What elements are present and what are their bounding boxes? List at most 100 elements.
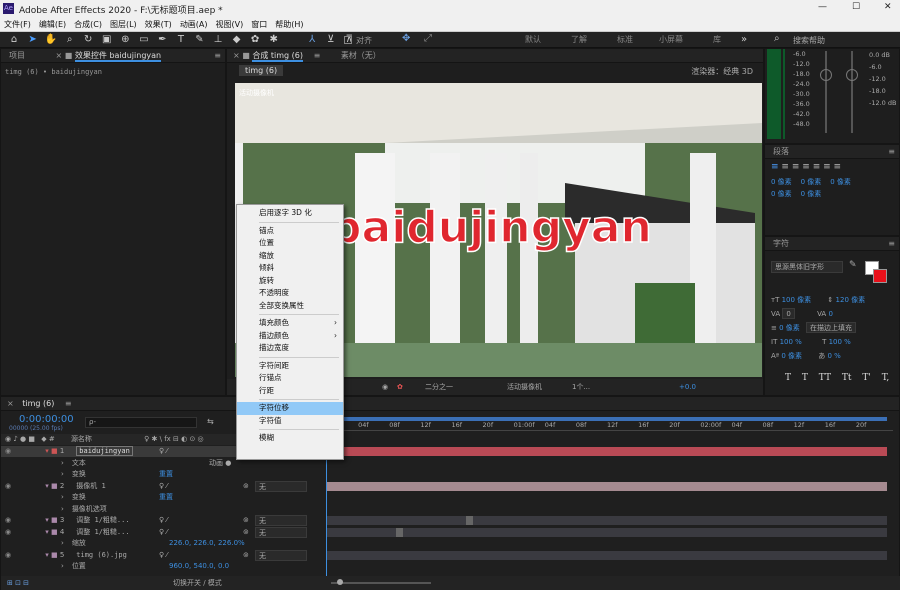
context-menu-item[interactable]: 描边宽度 bbox=[237, 342, 343, 355]
context-menu-item[interactable]: 启用逐字 3D 化 bbox=[237, 207, 343, 220]
space-before[interactable]: 0 像素 bbox=[771, 190, 792, 198]
search-icon[interactable]: ⌕ bbox=[774, 33, 780, 44]
property-track[interactable] bbox=[327, 459, 887, 468]
subscript-button[interactable]: T, bbox=[882, 373, 890, 383]
layer-property-row[interactable]: › 缩放 226.0, 226.0, 226.0% bbox=[1, 538, 325, 549]
label-color-icon[interactable]: ▾ ■ bbox=[43, 447, 60, 455]
parent-select[interactable]: 无 bbox=[255, 515, 307, 526]
axis-icon[interactable]: ⅄ bbox=[304, 32, 320, 48]
panel-menu-icon[interactable]: ≡ bbox=[314, 51, 321, 60]
layer-row[interactable]: ◉ ▾ ■ 3 调整 1/粗糙... ♀ ⁄ 无 ⊚ bbox=[1, 515, 325, 526]
twirl-icon[interactable]: › bbox=[61, 459, 64, 467]
close-icon[interactable]: × bbox=[233, 51, 240, 60]
composition-subtab[interactable]: timg (6) bbox=[239, 65, 284, 76]
visibility-eye-icon[interactable]: ◉ bbox=[5, 515, 13, 526]
menu-file[interactable]: 文件(F) bbox=[0, 17, 35, 32]
label-color-icon[interactable]: ▾ ■ bbox=[43, 482, 60, 490]
tab-effect-controls[interactable]: 效果控件 baidujingyan bbox=[74, 51, 162, 62]
visibility-eye-icon[interactable]: ◉ bbox=[5, 527, 13, 538]
menu-edit[interactable]: 编辑(E) bbox=[35, 17, 70, 32]
color-icon[interactable]: ✿ bbox=[397, 379, 403, 395]
snap-icon[interactable]: ✥ bbox=[402, 33, 410, 44]
workspace-library[interactable]: 库 bbox=[694, 32, 740, 48]
menu-view[interactable]: 视图(V) bbox=[212, 17, 248, 32]
leading-value[interactable]: 120 像素 bbox=[836, 296, 866, 304]
kerning-select[interactable]: 0 bbox=[782, 308, 795, 319]
tab-project[interactable]: 项目 bbox=[9, 51, 25, 60]
eyedropper-icon[interactable]: ✎ bbox=[849, 260, 857, 270]
minimize-button[interactable]: — bbox=[818, 2, 827, 12]
property-track[interactable] bbox=[327, 539, 887, 548]
brush-tool-icon[interactable]: ✎ bbox=[191, 32, 207, 48]
menu-composition[interactable]: 合成(C) bbox=[70, 17, 106, 32]
property-track[interactable] bbox=[327, 493, 887, 502]
layer-duration-bar[interactable] bbox=[327, 481, 887, 491]
panel-menu-icon[interactable]: ≡ bbox=[214, 49, 221, 63]
layer-duration-bar[interactable] bbox=[327, 527, 887, 537]
layer-row[interactable]: ◉ ▾ ■ 4 调整 1/粗糙... ♀ ⁄ 无 ⊚ bbox=[1, 526, 325, 538]
volume-slider-left[interactable] bbox=[825, 51, 827, 133]
lock-icon[interactable]: ■ bbox=[65, 51, 73, 60]
renderer-label[interactable]: 渲染器：经典 3D bbox=[691, 66, 753, 77]
camera-select[interactable]: 活动摄像机 bbox=[507, 379, 542, 395]
twirl-icon[interactable]: › bbox=[61, 539, 64, 547]
workspace-learn[interactable]: 了解 bbox=[556, 32, 602, 48]
view-layout-select[interactable]: 1个... bbox=[572, 379, 590, 395]
context-menu-item[interactable]: 描边颜色 › bbox=[237, 330, 343, 343]
workspace-small-screen[interactable]: 小屏幕 bbox=[648, 32, 694, 48]
time-ruler[interactable]: 0s04f08f12f16f20f01:00f04f08f12f16f20f02… bbox=[325, 417, 893, 431]
label-color-icon[interactable]: ▾ ■ bbox=[43, 516, 60, 524]
stroke-width-value[interactable]: 0 像素 bbox=[779, 324, 800, 332]
label-color-icon[interactable]: ▾ ■ bbox=[43, 551, 60, 559]
pickwhip-icon[interactable]: ⊚ bbox=[243, 527, 249, 538]
snapshot-icon[interactable]: ◉ bbox=[382, 379, 388, 395]
small-caps-button[interactable]: Tt bbox=[842, 373, 852, 383]
property-value[interactable]: 960.0, 540.0, 0.0 bbox=[169, 561, 229, 572]
menu-help[interactable]: 帮助(H) bbox=[271, 17, 307, 32]
volume-knob-right[interactable] bbox=[846, 69, 858, 81]
parent-select[interactable]: 无 bbox=[255, 526, 307, 538]
menu-animation[interactable]: 动画(A) bbox=[176, 17, 212, 32]
timeline-search-input[interactable]: ρ- bbox=[85, 417, 197, 428]
tab-timeline[interactable]: timg (6) bbox=[22, 399, 54, 408]
twirl-icon[interactable]: › bbox=[61, 562, 64, 570]
pickwhip-icon[interactable]: ⊚ bbox=[243, 550, 249, 561]
align-center-icon[interactable]: ≡ bbox=[781, 162, 789, 172]
close-icon[interactable]: × bbox=[56, 51, 63, 60]
tab-composition[interactable]: 合成 timg (6) bbox=[252, 51, 304, 62]
pickwhip-icon[interactable]: ⊚ bbox=[243, 515, 249, 526]
reset-link[interactable]: 重置 bbox=[159, 492, 173, 503]
layer-switches-icon[interactable]: ♀ ⁄ bbox=[159, 550, 168, 561]
toggle-switches-modes[interactable]: 切换开关 / 模式 bbox=[173, 576, 222, 590]
layer-row[interactable]: ◉ ▾ ■ 5 timg (6).jpg ♀ ⁄ 无 ⊚ bbox=[1, 549, 325, 561]
context-menu-item[interactable]: 模糊 bbox=[237, 432, 343, 445]
layer-switches-icon[interactable]: ♀ ⁄ bbox=[159, 527, 168, 538]
context-menu-item[interactable]: 缩放 bbox=[237, 250, 343, 263]
parent-select[interactable]: 无 bbox=[255, 480, 307, 492]
layer-name[interactable]: baidujingyan bbox=[76, 446, 133, 456]
layer-row[interactable]: ◉ ▾ ■ 2 摄像机 1 ♀ ⁄ 无 ⊚ bbox=[1, 480, 325, 492]
context-menu-item[interactable]: 倾斜 bbox=[237, 262, 343, 275]
rotate-tool-icon[interactable]: ↻ bbox=[80, 32, 96, 48]
current-timecode[interactable]: 0:00:00:00 bbox=[19, 414, 74, 425]
align-left-icon[interactable]: ≡ bbox=[771, 162, 779, 172]
property-track[interactable] bbox=[327, 505, 887, 514]
context-menu-item[interactable]: 旋转 bbox=[237, 275, 343, 288]
menu-window[interactable]: 窗口 bbox=[247, 17, 271, 32]
layer-name[interactable]: timg (6).jpg bbox=[76, 551, 127, 559]
source-name-column[interactable]: 源名称 bbox=[71, 435, 92, 443]
tab-footage[interactable]: 素材（无） bbox=[341, 51, 381, 60]
justify-right-icon[interactable]: ≡ bbox=[823, 162, 831, 172]
close-icon[interactable]: × bbox=[7, 399, 14, 408]
resolution-select[interactable]: 二分之一 bbox=[425, 379, 453, 395]
visibility-eye-icon[interactable]: ◉ bbox=[5, 446, 13, 457]
horizontal-scale-value[interactable]: 100 % bbox=[829, 338, 851, 346]
layer-name[interactable]: 摄像机 1 bbox=[76, 482, 105, 490]
layer-property-row[interactable]: › 摄像机选项 bbox=[1, 504, 325, 515]
twirl-icon[interactable]: › bbox=[61, 493, 64, 501]
workspace-more-button[interactable]: » bbox=[741, 34, 747, 45]
tsume-value[interactable]: 0 % bbox=[827, 352, 840, 360]
layer-duration-bar[interactable] bbox=[327, 516, 887, 525]
align-right-icon[interactable]: ≡ bbox=[792, 162, 800, 172]
all-caps-button[interactable]: TT bbox=[819, 373, 831, 383]
